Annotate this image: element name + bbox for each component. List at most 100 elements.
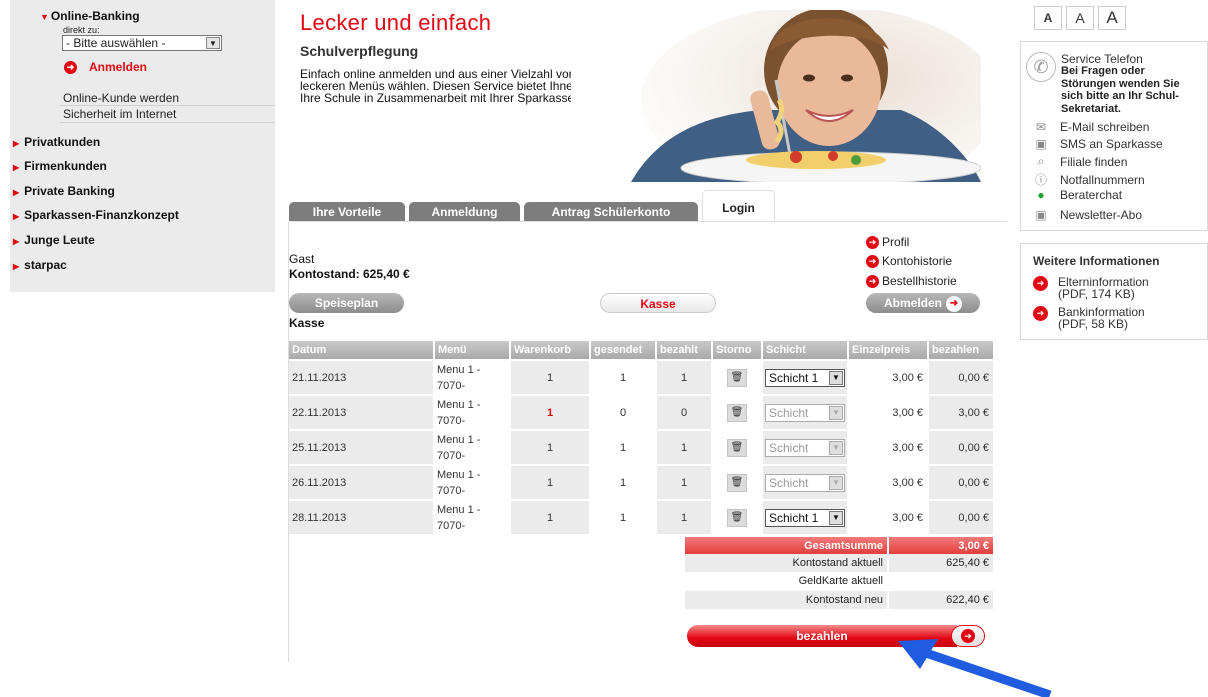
section-title: Kasse [289, 316, 325, 330]
triangle-right-icon: ▶ [13, 212, 20, 221]
cell-menu: Menu 1 - 7070- [435, 501, 509, 534]
column-header-warenkorb: Warenkorb [511, 341, 589, 359]
cell-storno: 🗑 [713, 361, 761, 394]
cell-preis: 3,00 € [892, 511, 923, 524]
schicht-select[interactable]: Schicht ▼ [765, 438, 845, 457]
trash-icon[interactable]: 🗑 [727, 473, 747, 492]
triangle-right-icon: ▶ [13, 262, 20, 271]
schicht-value: Schicht [769, 475, 809, 490]
direkt-zu-label: direkt zu: [63, 25, 100, 35]
table-row: 22.11.2013 Menu 1 - 7070- 1 0 0 🗑 Schicht ▼ 3,00 … [289, 396, 993, 430]
schicht-select[interactable]: Schicht 1 ▼ [765, 508, 845, 527]
table-row: 21.11.2013 Menu 1 - 7070- 1 1 1 🗑 Schicht 1 ▼ 3,0… [289, 361, 993, 395]
online-kunde-werden-link[interactable]: Online-Kunde werden [63, 91, 179, 105]
cell-datum: 25.11.2013 [289, 431, 433, 464]
triangle-right-icon: ▶ [13, 188, 20, 197]
tab-ihre-vorteile[interactable]: Ihre Vorteile [289, 202, 405, 222]
gesamtsumme-label: Gesamtsumme [685, 537, 887, 555]
bankinformation-link[interactable]: ➜ Bankinformation (PDF, 58 KB) [1033, 306, 1145, 330]
font-size-small-button[interactable]: A [1034, 6, 1062, 30]
cell-datum: 21.11.2013 [289, 361, 433, 394]
trash-icon[interactable]: 🗑 [727, 508, 747, 527]
cell-bezahlt: 1 [657, 431, 711, 464]
nav-item-firmenkunden[interactable]: ▶ Firmenkunden [13, 159, 107, 173]
chevron-down-icon: ▼ [829, 405, 843, 420]
chevron-down-icon: ▼ [206, 37, 220, 49]
menu-name: Menu 1 - [437, 433, 481, 446]
table-header: Datum Menü Warenkorb gesendet bezahlt St… [289, 341, 993, 359]
font-size-large-button[interactable]: A [1098, 6, 1126, 30]
cell-bezahlen: 0,00 € [929, 431, 993, 464]
kontohistorie-link[interactable]: ➜ Kontohistorie [866, 254, 952, 268]
schicht-select[interactable]: Schicht 1 ▼ [765, 368, 845, 387]
trash-icon[interactable]: 🗑 [727, 368, 747, 387]
cell-gesendet: 0 [619, 406, 627, 419]
bestellhistorie-link[interactable]: ➜ Bestellhistorie [866, 274, 957, 288]
menu-code: 7070- [437, 484, 466, 497]
abmelden-button[interactable]: Abmelden ➜ [866, 293, 980, 313]
cell-bezahlt: 1 [657, 501, 711, 534]
direkt-zu-select[interactable]: - Bitte auswählen - ▼ [62, 35, 222, 51]
nav-item-starpac[interactable]: ▶ starpac [13, 258, 67, 272]
newsletter-icon: ▣ [1035, 208, 1047, 222]
speiseplan-button[interactable]: Speiseplan [289, 293, 404, 313]
schicht-value: Schicht 1 [769, 370, 819, 385]
cell-warenkorb: 1 [511, 396, 589, 429]
mail-icon: ✉ [1035, 120, 1047, 134]
kontostand-aktuell-value: 625,40 € [889, 554, 993, 572]
elterninformation-link[interactable]: ➜ Elterninformation (PDF, 174 KB) [1033, 276, 1149, 300]
email-link[interactable]: ✉ E-Mail schreiben [1034, 120, 1149, 134]
sms-link[interactable]: ▣ SMS an Sparkasse [1034, 137, 1162, 151]
annotation-arrow-icon [898, 639, 1052, 697]
cell-bezahlen: 0,00 € [929, 501, 993, 534]
notfallnummern-link[interactable]: ⓘ Notfallnummern [1034, 171, 1145, 188]
nav-item-junge-leute[interactable]: ▶ Junge Leute [13, 233, 95, 247]
cell-storno: 🗑 [713, 431, 761, 464]
cell-bezahlt: 0 [657, 396, 711, 429]
left-sidebar: ▼ Online-Banking direkt zu: - Bitte auswä… [10, 0, 275, 292]
menu-name: Menu 1 - [437, 468, 481, 481]
nav-item-private-banking[interactable]: ▶ Private Banking [13, 184, 115, 198]
arrow-circle-icon: ➜ [946, 295, 962, 312]
cell-menu: Menu 1 - 7070- [435, 466, 509, 499]
cell-warenkorb: 1 [511, 466, 589, 499]
search-icon: ⌕ [1037, 154, 1045, 168]
alert-icon: ⓘ [1034, 173, 1047, 187]
trash-icon[interactable]: 🗑 [727, 403, 747, 422]
nav-item-privatkunden[interactable]: ▶ Privatkunden [13, 135, 100, 149]
cell-preis: 3,00 € [892, 441, 923, 454]
cell-gesendet: 1 [619, 371, 627, 384]
schicht-select[interactable]: Schicht ▼ [765, 473, 845, 492]
cell-preis: 3,00 € [892, 476, 923, 489]
kasse-button[interactable]: Kasse [600, 293, 716, 313]
nav-item-finanzkonzept[interactable]: ▶ Sparkassen-Finanzkonzept [13, 208, 179, 222]
schicht-select[interactable]: Schicht ▼ [765, 403, 845, 422]
trash-icon[interactable]: 🗑 [727, 438, 747, 457]
online-banking-heading[interactable]: ▼ Online-Banking [40, 9, 140, 23]
hero-description: Einfach online anmelden und aus einer Vi… [300, 67, 580, 105]
hero-banner: Lecker und einfach Schulverpflegung Einf… [288, 0, 1008, 190]
cell-schicht: Schicht ▼ [763, 466, 847, 499]
font-size-switcher: A A A [1034, 6, 1126, 30]
cell-warenkorb: 1 [511, 501, 589, 534]
profil-link[interactable]: ➜ Profil [866, 235, 909, 249]
cell-bezahlt: 1 [657, 466, 711, 499]
table-row: 26.11.2013 Menu 1 - 7070- 1 1 1 🗑 Schicht ▼ 3,00 … [289, 466, 993, 500]
tab-antrag-schuelerkonto[interactable]: Antrag Schülerkonto [524, 202, 698, 222]
anmelden-link[interactable]: ➜ Anmelden [64, 60, 147, 74]
triangle-right-icon: ▶ [13, 163, 20, 172]
newsletter-link[interactable]: ▣ Newsletter-Abo [1034, 208, 1142, 222]
divider [60, 105, 275, 106]
geldkarte-label: GeldKarte aktuell [798, 575, 883, 587]
tab-anmeldung[interactable]: Anmeldung [409, 202, 520, 222]
page-subtitle: Schulverpflegung [300, 43, 419, 59]
kontostand-aktuell-label: Kontostand aktuell [685, 554, 887, 572]
sicherheit-im-internet-link[interactable]: Sicherheit im Internet [63, 107, 176, 121]
tab-login[interactable]: Login [702, 190, 775, 222]
beraterchat-link[interactable]: ● Beraterchat [1034, 188, 1122, 202]
service-text: Bei Fragen oder Störungen wenden Sie sic… [1061, 65, 1180, 115]
filiale-link[interactable]: ⌕ Filiale finden [1034, 154, 1128, 169]
arrow-circle-icon: ➜ [866, 254, 879, 268]
cell-bezahlen: 3,00 € [929, 396, 993, 429]
font-size-medium-button[interactable]: A [1066, 6, 1094, 30]
